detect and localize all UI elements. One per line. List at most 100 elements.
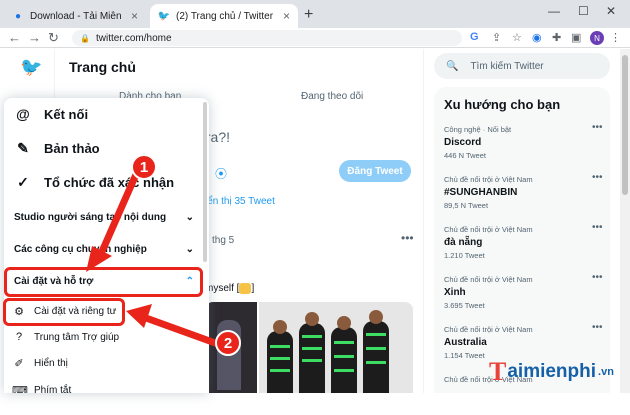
address-bar[interactable]: 🔒 twitter.com/home — [72, 30, 462, 46]
browser-tab-bar: ● Download - Tải Miễn Phí VN - Ph × 🐦 (2… — [0, 0, 630, 28]
back-icon[interactable]: ← — [8, 30, 21, 45]
more-menu-popup: @ Kết nối ✎ Bản thảo ✓ Tổ chức đã xác nh… — [4, 98, 209, 393]
menu-scrollbar[interactable] — [203, 102, 207, 262]
twitter-icon: 🐦 — [157, 10, 171, 22]
browser-tab-download[interactable]: ● Download - Tải Miễn Phí VN - Ph × — [4, 4, 146, 28]
trend-more-icon[interactable]: ••• — [592, 122, 603, 133]
trend-name: #SUNGHANBIN — [444, 187, 518, 198]
forward-icon[interactable]: → — [28, 30, 41, 45]
feather-icon: ✎ — [17, 140, 29, 156]
keyboard-icon: ⌨ — [12, 385, 28, 393]
side-panel-icon[interactable]: ▣ — [571, 31, 581, 44]
at-sign-icon: @ — [16, 106, 30, 122]
browser-toolbar: ← → ↻ 🔒 twitter.com/home G ⇪ ☆ ◉ ✚ ▣ N ⋮ — [0, 28, 630, 48]
display-brush-icon: ✐ — [14, 358, 24, 370]
trend-more-icon[interactable]: ••• — [592, 322, 603, 333]
trend-category: Công nghệ · Nổi bật — [444, 125, 512, 134]
menu-section-creator-studio[interactable]: Studio người sáng tạo nội dung ⌄ — [14, 212, 194, 223]
new-tab-icon[interactable]: + — [304, 6, 313, 24]
tab-title: Download - Tải Miễn Phí VN - Ph — [30, 10, 125, 22]
tab-following[interactable]: Đang theo dõi — [301, 91, 363, 102]
tweet-text-bracket: ] — [251, 283, 255, 295]
trend-name: Discord — [444, 137, 482, 148]
section-label: Các công cụ chuyên nghiệp — [14, 244, 147, 255]
trend-name: Australia — [444, 337, 487, 348]
url-text: twitter.com/home — [95, 32, 172, 44]
bell-emoji-icon — [239, 283, 252, 294]
menu-item-display[interactable]: ✐ Hiển thị — [12, 357, 68, 370]
menu-item-label: Hiển thị — [34, 358, 68, 369]
profile-avatar[interactable]: N — [590, 31, 604, 45]
trend-category: Chủ đề nổi trội ở Việt Nam — [444, 275, 533, 284]
download-site-icon: ● — [14, 10, 22, 22]
close-tab-icon[interactable]: × — [131, 9, 138, 23]
page-title: Trang chủ — [69, 59, 136, 75]
verified-badge-icon: ✓ — [17, 174, 29, 190]
menu-item-help-center[interactable]: ? Trung tâm Trợ giúp — [12, 331, 119, 343]
help-icon: ? — [15, 331, 23, 343]
page-scrollbar[interactable] — [620, 49, 630, 393]
trend-name: đà nẵng — [444, 237, 483, 248]
trends-panel: Xu hướng cho bạn Công nghệ · Nổi bật Dis… — [434, 87, 610, 393]
trend-item[interactable]: Công nghệ · Nổi bật Discord 446 N Tweet … — [444, 122, 604, 165]
trend-category: Chủ đề nổi trội ở Việt Nam — [444, 325, 533, 334]
trend-more-icon[interactable]: ••• — [592, 222, 603, 233]
close-window-icon[interactable]: ✕ — [606, 4, 616, 18]
minimize-icon[interactable]: — — [548, 4, 560, 18]
menu-item-label: Bản thảo — [44, 141, 100, 156]
browser-tab-twitter[interactable]: 🐦 (2) Trang chủ / Twitter × — [150, 4, 298, 28]
menu-item-shortcuts[interactable]: ⌨ Phím tắt — [12, 384, 71, 393]
media-image-right — [259, 302, 413, 393]
close-tab-icon[interactable]: × — [283, 9, 290, 23]
menu-item-label: Kết nối — [44, 106, 89, 122]
maximize-icon[interactable]: ☐ — [578, 4, 589, 18]
taimienphi-watermark-logo: Taimienphi .vn — [489, 357, 614, 386]
google-icon[interactable]: G — [470, 31, 479, 43]
menu-item-label: Tổ chức đã xác nhận — [44, 175, 175, 190]
search-placeholder: Tìm kiếm Twitter — [470, 60, 544, 72]
reload-icon[interactable]: ↻ — [48, 30, 59, 46]
share-icon[interactable]: ⇪ — [492, 31, 501, 44]
show-new-tweets-link[interactable]: iển thị 35 Tweet — [205, 196, 275, 207]
menu-item-label: Trung tâm Trợ giúp — [34, 331, 120, 343]
trend-count: 89,5 N Tweet — [444, 201, 489, 210]
tab-title: (2) Trang chủ / Twitter — [176, 10, 274, 22]
trend-count: 446 N Tweet — [444, 151, 486, 160]
tweet-date: thg 5 — [212, 235, 235, 246]
trend-count: 1.210 Tweet — [444, 251, 485, 260]
trend-more-icon[interactable]: ••• — [592, 172, 603, 183]
menu-item-label: Phím tắt — [34, 385, 72, 393]
trend-count: 3.695 Tweet — [444, 301, 485, 310]
trend-item[interactable]: Chủ đề nổi trội ở Việt Nam đà nẵng 1.210… — [444, 222, 604, 265]
tweet-text-body: myself [ — [205, 283, 240, 295]
extensions-puzzle-icon[interactable]: ✚ — [552, 31, 561, 44]
menu-section-pro-tools[interactable]: Các công cụ chuyên nghiệp ⌄ — [14, 244, 194, 255]
step-2-badge: 2 — [215, 330, 241, 356]
highlight-settings-support — [4, 267, 203, 297]
step-1-badge: 1 — [131, 154, 157, 180]
highlight-settings-privacy — [3, 298, 125, 326]
trend-item[interactable]: Chủ đề nổi trội ở Việt Nam Xinh 3.695 Tw… — [444, 272, 604, 315]
menu-item-drafts[interactable]: ✎ Bản thảo — [14, 140, 100, 157]
trends-title: Xu hướng cho bạn — [444, 97, 561, 112]
trend-category: Chủ đề nổi trội ở Việt Nam — [444, 175, 533, 184]
location-icon[interactable]: ⦿ — [215, 165, 227, 182]
menu-item-connect[interactable]: @ Kết nối — [14, 106, 88, 122]
tweet-text: myself [] — [205, 283, 254, 294]
chevron-down-icon: ⌄ — [185, 244, 194, 255]
trend-more-icon[interactable]: ••• — [592, 272, 603, 283]
section-label: Studio người sáng tạo nội dung — [14, 212, 167, 223]
trend-name: Xinh — [444, 287, 466, 298]
search-input[interactable]: 🔍 Tìm kiếm Twitter — [434, 53, 610, 79]
bookmark-star-icon[interactable]: ☆ — [512, 31, 522, 44]
tweet-button[interactable]: Đăng Tweet — [339, 160, 411, 182]
tweet-more-icon[interactable]: ••• — [401, 231, 414, 245]
twitter-logo-icon[interactable]: 🐦 — [20, 57, 42, 78]
scrollbar-thumb[interactable] — [622, 55, 628, 195]
lock-icon: 🔒 — [80, 33, 90, 43]
trend-category: Chủ đề nổi trội ở Việt Nam — [444, 225, 533, 234]
chevron-down-icon: ⌄ — [185, 212, 194, 223]
chrome-extension-icon[interactable]: ◉ — [532, 31, 542, 44]
trend-item[interactable]: Chủ đề nổi trội ở Việt Nam #SUNGHANBIN 8… — [444, 172, 604, 215]
more-options-icon[interactable]: ⋮ — [610, 31, 621, 44]
